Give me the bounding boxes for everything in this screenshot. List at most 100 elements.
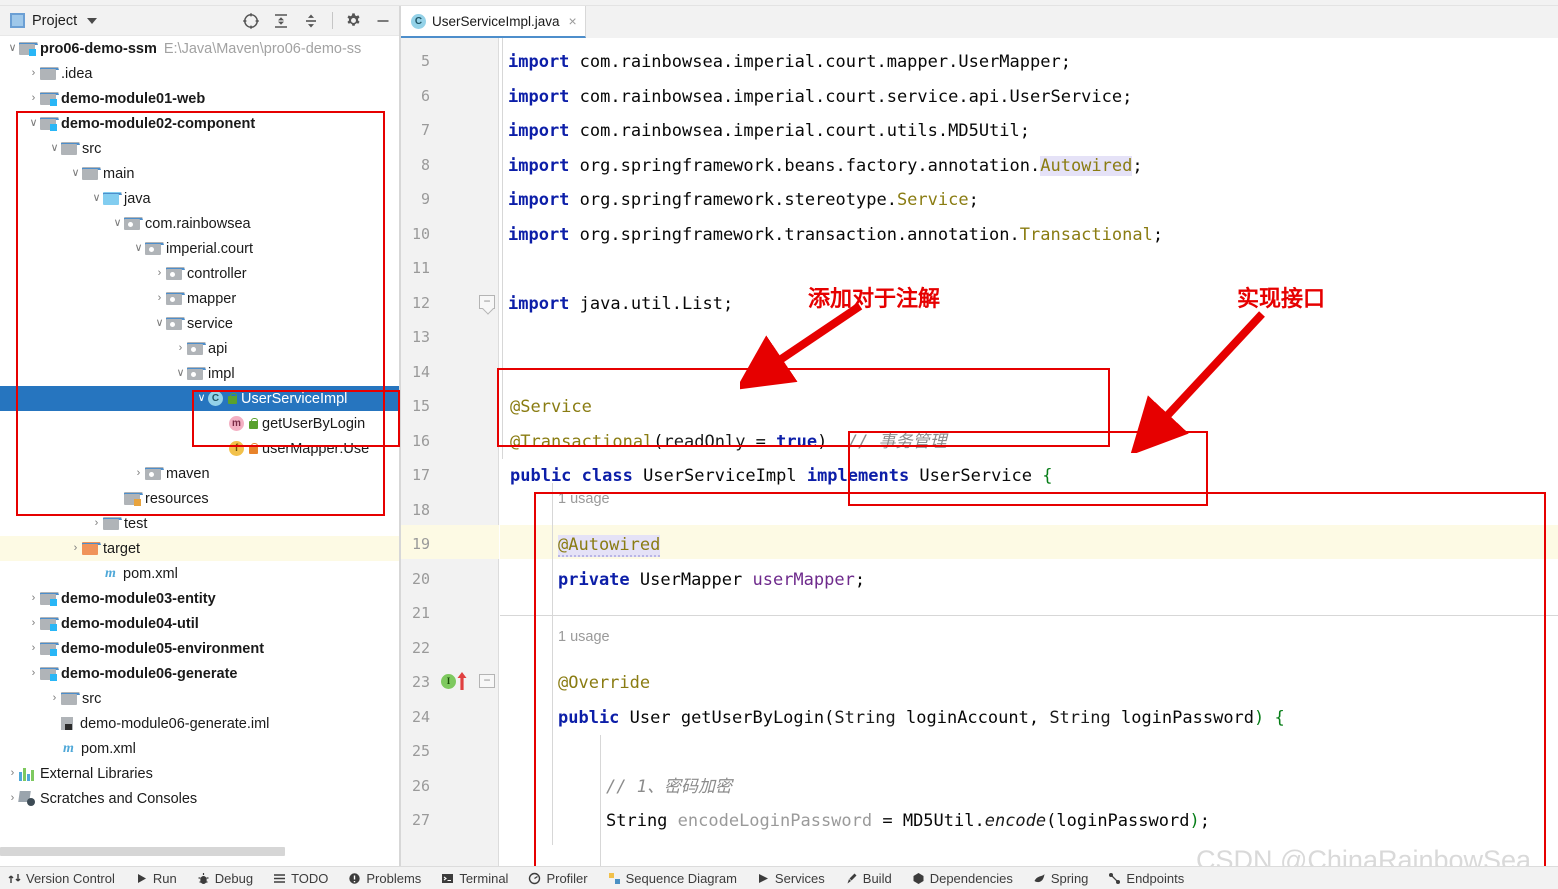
chevron-right-icon[interactable]: › — [48, 718, 61, 729]
tree-item-maven[interactable]: › maven — [0, 461, 400, 486]
chevron-right-icon[interactable]: › — [6, 793, 19, 804]
chevron-right-icon[interactable]: › — [6, 768, 19, 779]
bottom-tool-bar[interactable]: Version Control Run Debug TODO Problems Termi… — [0, 866, 1558, 889]
bottom-bar-item-problems[interactable]: Problems — [348, 871, 421, 886]
chevron-right-icon[interactable]: › — [111, 493, 124, 504]
tree-item-target[interactable]: › target — [0, 536, 400, 561]
tree-item-main[interactable]: ∨ main — [0, 161, 400, 186]
tree-item-com-rainbowsea[interactable]: ∨ com.rainbowsea — [0, 211, 400, 236]
chevron-down-icon[interactable]: ∨ — [90, 193, 103, 204]
chevron-right-icon[interactable]: › — [69, 543, 82, 554]
bottom-bar-item-run[interactable]: Run — [135, 871, 177, 886]
tree-item-getuserbylogin[interactable]: ›m getUserByLogin — [0, 411, 400, 436]
editor-code-area[interactable]: import com.rainbowsea.imperial.court.map… — [500, 38, 1558, 866]
tree-item-demo-module03-entity[interactable]: › demo-module03-entity — [0, 586, 400, 611]
minimize-icon[interactable] — [374, 12, 392, 30]
tree-item-userserviceimpl[interactable]: ∨ C UserServiceImpl — [0, 386, 400, 411]
tree-item-external-libraries[interactable]: › External Libraries — [0, 761, 400, 786]
tree-item-controller[interactable]: › controller — [0, 261, 400, 286]
chevron-right-icon[interactable]: › — [90, 568, 103, 579]
project-select-icon[interactable] — [242, 12, 260, 30]
bottom-bar-item-services[interactable]: Services — [757, 871, 825, 886]
chevron-down-icon[interactable]: ∨ — [153, 318, 166, 329]
bottom-bar-item-profiler[interactable]: Profiler — [528, 871, 588, 886]
tree-item-label: pro06-demo-ssm — [40, 40, 157, 57]
bottom-bar-item-todo[interactable]: TODO — [273, 871, 328, 886]
tab-userserviceimpl-java[interactable]: C UserServiceImpl.java × — [401, 6, 586, 38]
tree-item-demo-module01-web[interactable]: › demo-module01-web — [0, 86, 400, 111]
chevron-right-icon[interactable]: › — [27, 618, 40, 629]
project-view-icon — [10, 13, 25, 28]
tree-item-imperial-court[interactable]: ∨ imperial.court — [0, 236, 400, 261]
chevron-right-icon[interactable]: › — [48, 693, 61, 704]
tree-item-impl[interactable]: ∨ impl — [0, 361, 400, 386]
tree-item-mapper[interactable]: › mapper — [0, 286, 400, 311]
override-up-arrow-icon[interactable] — [456, 671, 467, 690]
spring-icon — [1033, 872, 1046, 885]
tree-item-pom-xml[interactable]: ›m pom.xml — [0, 736, 400, 761]
chevron-right-icon[interactable]: › — [27, 68, 40, 79]
bottom-bar-item-spring[interactable]: Spring — [1033, 871, 1088, 886]
chevron-down-icon[interactable]: ∨ — [69, 168, 82, 179]
tree-item-label: java — [124, 190, 151, 207]
tree-item-src[interactable]: › src — [0, 686, 400, 711]
tree-item-demo-module06-generate[interactable]: › demo-module06-generate — [0, 661, 400, 686]
chevron-down-icon[interactable]: ∨ — [174, 368, 187, 379]
chevron-right-icon[interactable]: › — [132, 468, 145, 479]
implements-marker-icon[interactable]: I — [441, 674, 456, 689]
tree-item-src[interactable]: ∨ src — [0, 136, 400, 161]
chevron-right-icon[interactable]: › — [27, 668, 40, 679]
chevron-right-icon[interactable]: › — [48, 743, 61, 754]
chevron-right-icon[interactable]: › — [153, 268, 166, 279]
tree-item-label: pom.xml — [123, 565, 178, 582]
tree-item-demo-module02-component[interactable]: ∨ demo-module02-component — [0, 111, 400, 136]
chevron-right-icon[interactable]: › — [90, 518, 103, 529]
chevron-right-icon[interactable]: › — [216, 443, 229, 454]
tree-item-demo-module04-util[interactable]: › demo-module04-util — [0, 611, 400, 636]
bottom-bar-item-build[interactable]: Build — [845, 871, 892, 886]
tree-item-api[interactable]: › api — [0, 336, 400, 361]
bottom-bar-item-endpoints[interactable]: Endpoints — [1108, 871, 1184, 886]
close-icon[interactable]: × — [569, 13, 577, 29]
tree-item-resources[interactable]: › resources — [0, 486, 400, 511]
chevron-down-icon[interactable]: ∨ — [6, 43, 19, 54]
tree-item-java[interactable]: ∨ java — [0, 186, 400, 211]
bottom-bar-item-sequence-diagram[interactable]: Sequence Diagram — [608, 871, 737, 886]
chevron-right-icon[interactable]: › — [27, 643, 40, 654]
code-fold-icon[interactable]: − — [479, 294, 495, 309]
chevron-down-icon[interactable] — [87, 17, 98, 24]
editor-gutter[interactable]: 5 6 7 8 9 10 11 12 13 14 15 16 17 18 19 20 21 22 23 24 25 26 2… — [401, 38, 499, 866]
bottom-bar-item-debug[interactable]: Debug — [197, 871, 253, 886]
tree-item-usermapper-use[interactable]: ›f userMapper:Use — [0, 436, 400, 461]
tree-item-service[interactable]: ∨ service — [0, 311, 400, 336]
chevron-right-icon[interactable]: › — [216, 418, 229, 429]
chevron-right-icon[interactable]: › — [27, 593, 40, 604]
settings-gear-icon[interactable] — [345, 12, 362, 29]
tree-item-scratches-and-consoles[interactable]: › Scratches and Consoles — [0, 786, 400, 811]
tree-item-demo-module05-environment[interactable]: › demo-module05-environment — [0, 636, 400, 661]
code-fold-icon[interactable]: − — [479, 674, 495, 688]
chevron-down-icon[interactable]: ∨ — [27, 118, 40, 129]
bottom-bar-item-dependencies[interactable]: Dependencies — [912, 871, 1013, 886]
tree-item-test[interactable]: › test — [0, 511, 400, 536]
tree-item-pro06-demo-ssm[interactable]: ∨ pro06-demo-ssm E:\Java\Maven\pro06-demo-… — [0, 36, 400, 61]
chevron-down-icon[interactable]: ∨ — [48, 143, 61, 154]
collapse-all-icon[interactable] — [302, 12, 320, 30]
chevron-right-icon[interactable]: › — [153, 293, 166, 304]
chevron-down-icon[interactable]: ∨ — [195, 393, 208, 404]
project-horizontal-scrollbar[interactable] — [0, 847, 285, 856]
tree-item-idea[interactable]: › .idea — [0, 61, 400, 86]
bottom-bar-item-terminal[interactable]: Terminal — [441, 871, 508, 886]
chevron-right-icon[interactable]: › — [27, 93, 40, 104]
chevron-down-icon[interactable]: ∨ — [111, 218, 124, 229]
chevron-down-icon[interactable]: ∨ — [132, 243, 145, 254]
resources-folder-icon — [124, 492, 143, 506]
tree-item-demo-module06-generate-iml[interactable]: › demo-module06-generate.iml — [0, 711, 400, 736]
bottom-bar-item-label: Debug — [214, 870, 254, 886]
line-number: 25 — [411, 742, 430, 760]
expand-all-icon[interactable] — [272, 12, 290, 30]
project-tree[interactable]: ∨ pro06-demo-ssm E:\Java\Maven\pro06-demo-… — [0, 36, 400, 856]
chevron-right-icon[interactable]: › — [174, 343, 187, 354]
bottom-bar-item-version-control[interactable]: Version Control — [8, 871, 115, 886]
tree-item-pom-xml[interactable]: ›m pom.xml — [0, 561, 400, 586]
